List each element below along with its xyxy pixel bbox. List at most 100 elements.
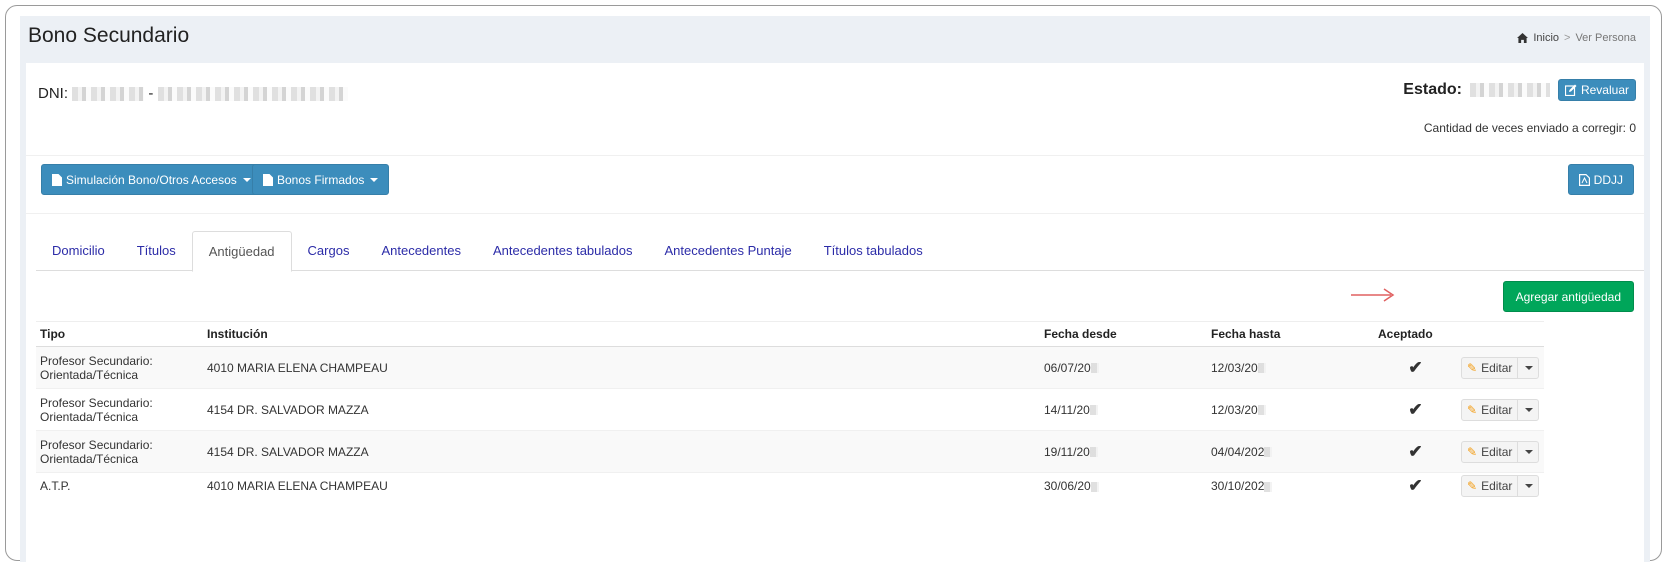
caret-down-icon [1525, 365, 1534, 370]
fecha-desde: 14/11/20 [1044, 402, 1090, 417]
fecha-hasta: 12/03/20 [1211, 360, 1258, 375]
col-fecha-hasta: Fecha hasta [1207, 321, 1374, 347]
tab-antecedentes-tabulados[interactable]: Antecedentes tabulados [477, 231, 649, 271]
edit-button-group: ✎ Editar [1461, 398, 1540, 421]
tipo-line: Profesor Secundario: [40, 353, 153, 368]
caret-down-icon [1525, 407, 1534, 412]
caret-down-icon [242, 177, 251, 182]
row-menu-toggle[interactable] [1517, 356, 1540, 379]
tipo-line: A.T.P. [40, 478, 71, 493]
tipo-line: Orientada/Técnica [40, 367, 139, 382]
dni-line: DNI: - [38, 85, 348, 102]
fecha-hasta: 12/03/20 [1211, 402, 1258, 417]
bonos-firmados-label: Bonos Firmados [277, 172, 365, 187]
breadcrumb-separator: > [1564, 32, 1571, 44]
cell-fecha-hasta: 30/10/202 [1207, 472, 1374, 499]
fecha-desde: 06/07/20 [1044, 360, 1091, 375]
editar-button[interactable]: ✎ Editar [1461, 398, 1519, 421]
cell-institucion: 4154 DR. SALVADOR MAZZA [203, 430, 1040, 473]
page-title: Bono Secundario [28, 24, 190, 47]
revaluar-label: Revaluar [1580, 83, 1629, 97]
cell-fecha-desde: 14/11/20 [1040, 388, 1207, 431]
content-wrapper: Bono Secundario Inicio > Ver Persona DNI… [20, 16, 1650, 562]
editar-button[interactable]: ✎ Editar [1461, 440, 1519, 463]
editar-label: Editar [1481, 444, 1513, 459]
table-row: A.T.P. 4010 MARIA ELENA CHAMPEAU 30/06/2… [36, 472, 1544, 499]
divider [26, 155, 1644, 156]
check-icon: ✔ [1374, 388, 1457, 431]
breadcrumb-home-link[interactable]: Inicio [1533, 32, 1559, 44]
fecha-desde: 30/06/20 [1044, 478, 1091, 493]
cell-fecha-desde: 19/11/20 [1040, 430, 1207, 473]
tipo-line: Orientada/Técnica [40, 451, 139, 466]
ddjj-button[interactable]: DDJJ [1567, 164, 1634, 195]
simulacion-dropdown-button[interactable]: Simulación Bono/Otros Accesos [41, 164, 262, 195]
pencil-icon: ✎ [1467, 360, 1478, 375]
home-icon [1517, 33, 1529, 43]
pdf-file-icon [1578, 173, 1590, 186]
redacted-estado [1469, 83, 1550, 97]
redacted-year [1090, 363, 1099, 374]
redacted-year [1257, 405, 1266, 416]
editar-button[interactable]: ✎ Editar [1461, 356, 1519, 379]
row-menu-toggle[interactable] [1517, 474, 1540, 497]
cell-actions: ✎ Editar [1457, 388, 1544, 431]
row-menu-toggle[interactable] [1517, 440, 1540, 463]
estado-label: Estado: [1403, 81, 1462, 98]
cell-fecha-hasta: 12/03/20 [1207, 346, 1374, 389]
check-icon: ✔ [1374, 346, 1457, 389]
tipo-line: Profesor Secundario: [40, 437, 153, 452]
revaluar-button[interactable]: Revaluar [1557, 79, 1636, 101]
col-institucion: Institución [203, 321, 1040, 347]
tab-titulos-tabulados[interactable]: Títulos tabulados [808, 231, 939, 271]
editar-label: Editar [1481, 360, 1513, 375]
cell-institucion: 4010 MARIA ELENA CHAMPEAU [203, 346, 1040, 389]
cell-fecha-desde: 06/07/20 [1040, 346, 1207, 389]
fecha-desde: 19/11/20 [1044, 444, 1090, 459]
tab-cargos[interactable]: Cargos [292, 231, 366, 271]
fecha-hasta: 04/04/202 [1211, 444, 1265, 459]
table-row: Profesor Secundario: Orientada/Técnica 4… [36, 388, 1544, 431]
editar-button[interactable]: ✎ Editar [1461, 474, 1519, 497]
dni-separator: - [148, 85, 154, 102]
caret-down-icon [1525, 449, 1534, 454]
redacted-year [1090, 481, 1099, 492]
pencil-icon: ✎ [1467, 444, 1478, 459]
cell-institucion: 4154 DR. SALVADOR MAZZA [203, 388, 1040, 431]
bonos-firmados-dropdown-button[interactable]: Bonos Firmados [252, 164, 390, 195]
tab-domicilio[interactable]: Domicilio [36, 231, 121, 271]
edit-button-group: ✎ Editar [1461, 474, 1540, 497]
table-header-row: Tipo Institución Fecha desde Fecha hasta… [36, 321, 1544, 347]
col-tipo: Tipo [36, 321, 203, 347]
agregar-antiguedad-button[interactable]: Agregar antigüedad [1502, 281, 1634, 312]
tab-antecedentes-puntaje[interactable]: Antecedentes Puntaje [648, 231, 807, 271]
caret-down-icon [370, 177, 379, 182]
col-fecha-desde: Fecha desde [1040, 321, 1207, 347]
table-row: Profesor Secundario: Orientada/Técnica 4… [36, 346, 1544, 389]
person-box: DNI: - Estado: Revaluar Cantidad de vece… [26, 63, 1644, 562]
tipo-line: Profesor Secundario: [40, 395, 153, 410]
pencil-icon: ✎ [1467, 478, 1478, 493]
cell-tipo: Profesor Secundario: Orientada/Técnica [36, 346, 203, 389]
tab-antiguedad[interactable]: Antigüedad [191, 231, 292, 272]
tab-antecedentes[interactable]: Antecedentes [365, 231, 477, 271]
cell-fecha-hasta: 12/03/20 [1207, 388, 1374, 431]
edit-button-group: ✎ Editar [1461, 356, 1540, 379]
redacted-year [1257, 363, 1266, 374]
cell-actions: ✎ Editar [1457, 472, 1544, 499]
estado-row: Estado: Revaluar [1403, 79, 1636, 101]
cell-tipo: A.T.P. [36, 472, 203, 499]
tab-titulos[interactable]: Títulos [121, 231, 192, 271]
cell-tipo: Profesor Secundario: Orientada/Técnica [36, 388, 203, 431]
cell-fecha-desde: 30/06/20 [1040, 472, 1207, 499]
divider [26, 213, 1644, 214]
row-menu-toggle[interactable] [1517, 398, 1540, 421]
redacted-year [1264, 481, 1273, 492]
simulacion-label: Simulación Bono/Otros Accesos [66, 172, 237, 187]
check-icon: ✔ [1374, 472, 1457, 499]
redacted-dni [72, 87, 145, 102]
redacted-year [1089, 405, 1098, 416]
ddjj-label: DDJJ [1593, 172, 1623, 187]
fecha-hasta: 30/10/202 [1211, 478, 1265, 493]
edit-button-group: ✎ Editar [1461, 440, 1540, 463]
